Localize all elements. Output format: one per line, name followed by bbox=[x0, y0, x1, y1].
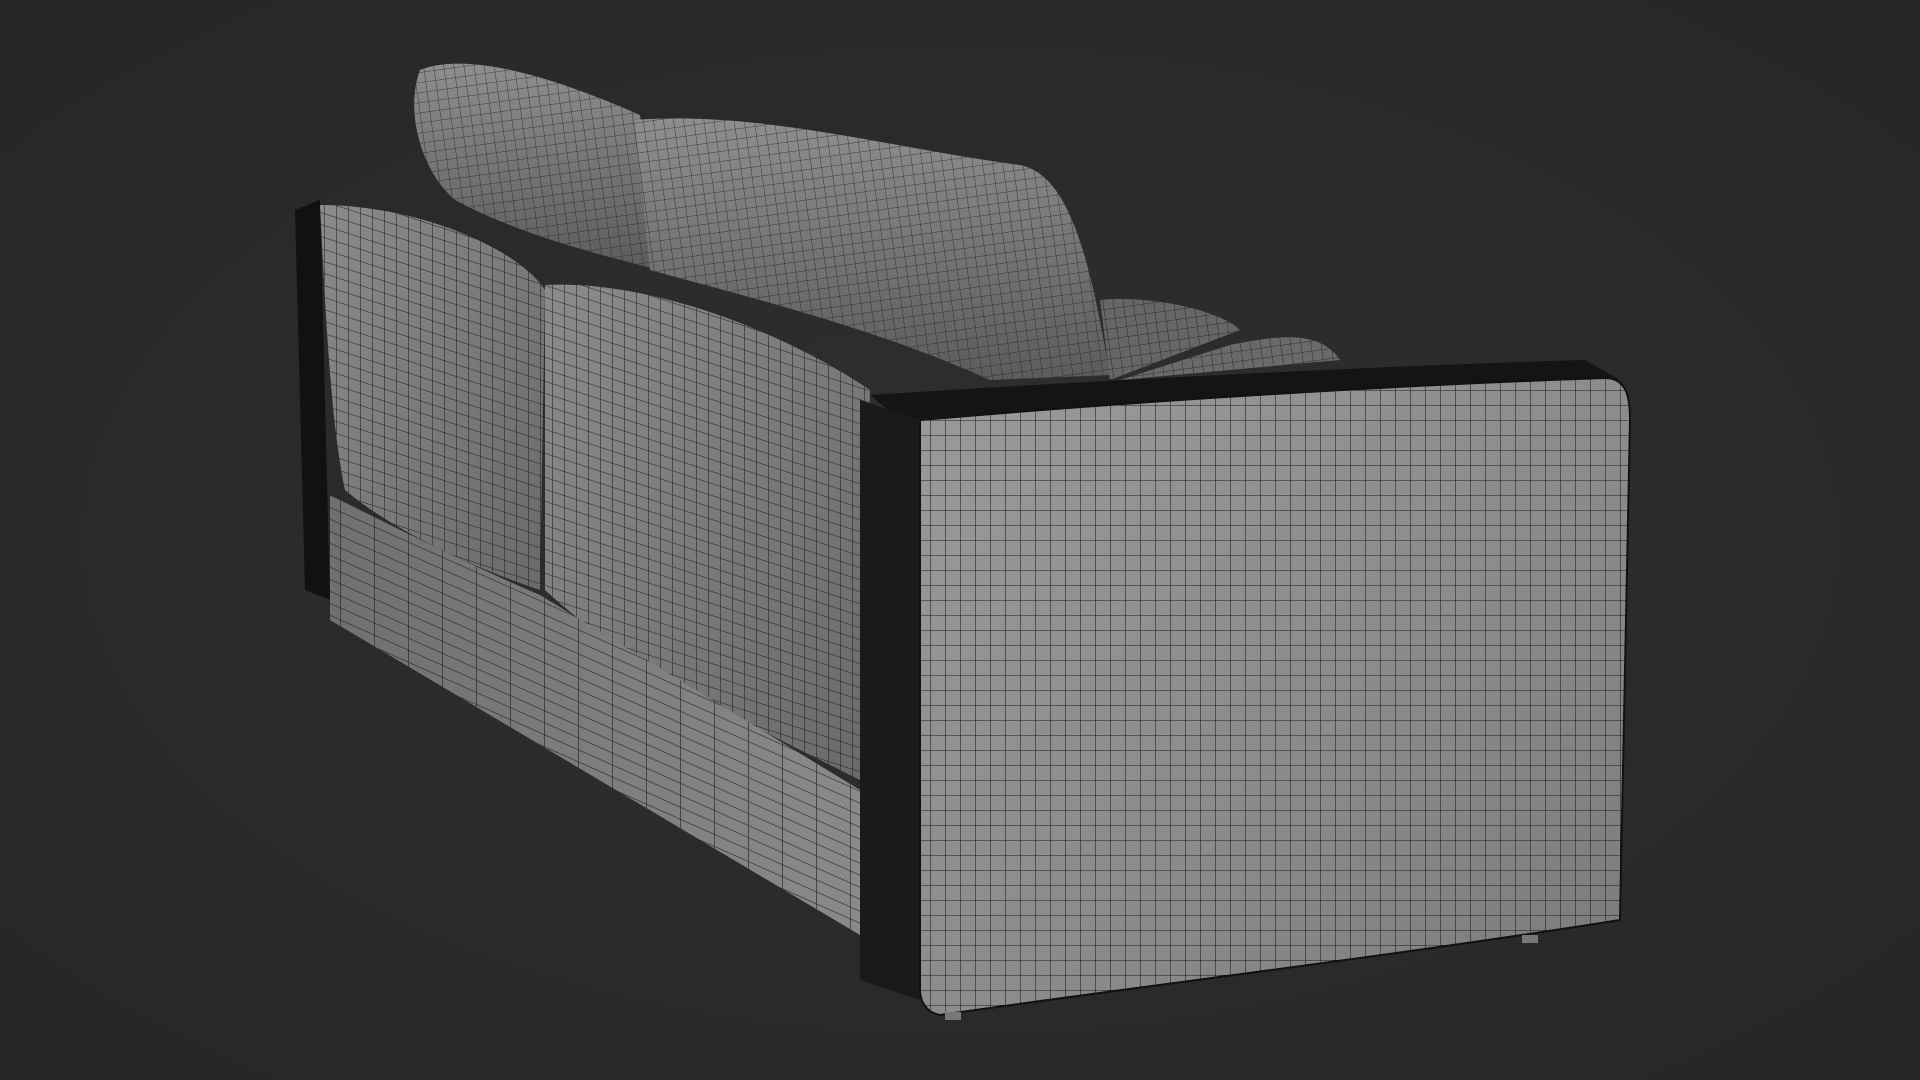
sofa-wireframe-model bbox=[295, 63, 1632, 1020]
render-viewport bbox=[0, 0, 1920, 1080]
right-arm-face bbox=[919, 376, 1632, 1017]
right-arm-depth bbox=[860, 400, 920, 1000]
front-cushions-visible bbox=[1100, 299, 1340, 380]
